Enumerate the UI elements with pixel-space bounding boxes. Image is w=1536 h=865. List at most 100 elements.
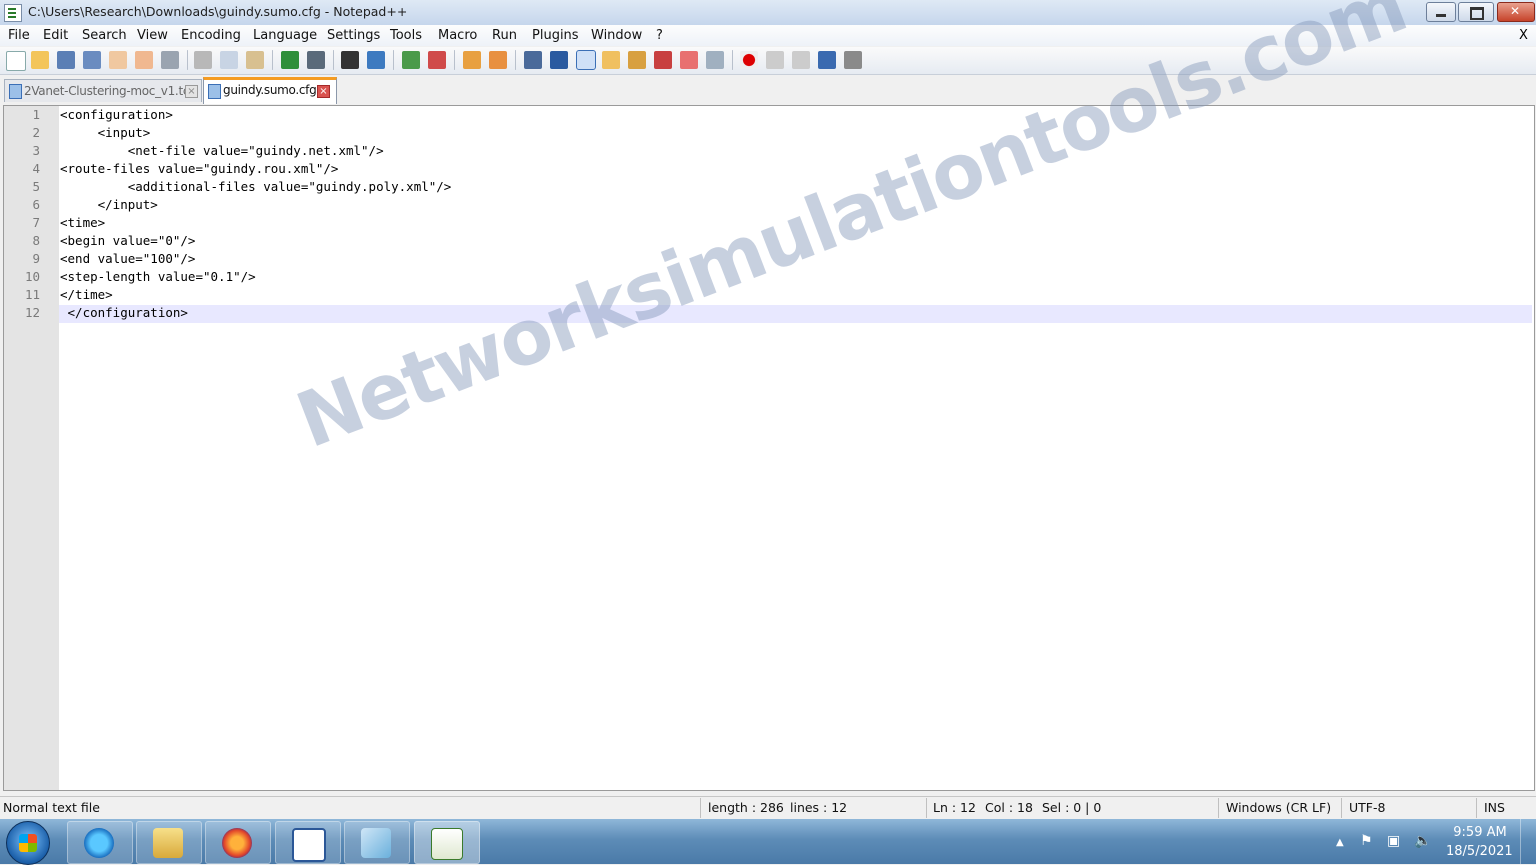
start-button[interactable] bbox=[6, 821, 50, 865]
user-language-icon[interactable] bbox=[602, 51, 620, 69]
function-list-icon[interactable] bbox=[654, 51, 672, 69]
record-macro-icon[interactable] bbox=[740, 51, 758, 69]
taskbar-word[interactable] bbox=[275, 821, 341, 864]
status-insert-mode[interactable]: INS bbox=[1484, 800, 1505, 815]
menu-settings[interactable]: Settings bbox=[327, 28, 380, 43]
print-icon[interactable] bbox=[161, 51, 179, 69]
save-all-icon[interactable] bbox=[83, 51, 101, 69]
save-macro-icon[interactable] bbox=[844, 51, 862, 69]
taskbar-firefox[interactable] bbox=[205, 821, 271, 864]
minimize-button[interactable] bbox=[1426, 2, 1456, 22]
close-all-icon[interactable] bbox=[135, 51, 153, 69]
sync-horizontal-icon[interactable] bbox=[489, 51, 507, 69]
open-file-icon[interactable] bbox=[31, 51, 49, 69]
folder-workspace-icon[interactable] bbox=[680, 51, 698, 69]
line-number[interactable]: 10 bbox=[4, 269, 40, 284]
copy-icon[interactable] bbox=[220, 51, 238, 69]
notepadpp-app-icon[interactable] bbox=[4, 4, 22, 22]
line-number[interactable]: 9 bbox=[4, 251, 40, 266]
menu-macro[interactable]: Macro bbox=[438, 28, 477, 43]
show-all-chars-icon[interactable] bbox=[550, 51, 568, 69]
taskbar-notepadpp[interactable] bbox=[414, 821, 480, 864]
taskbar: ▲ ⚑ ▣ 🔈 9:59 AM 18/5/2021 bbox=[0, 819, 1536, 865]
line-number[interactable]: 2 bbox=[4, 125, 40, 140]
menu-search[interactable]: Search bbox=[82, 28, 127, 43]
show-desktop-button[interactable] bbox=[1520, 819, 1536, 864]
play-macro-icon[interactable] bbox=[792, 51, 810, 69]
code-line[interactable]: </input> bbox=[60, 197, 158, 212]
line-number[interactable]: 1 bbox=[4, 107, 40, 122]
menu-language[interactable]: Language bbox=[253, 28, 317, 43]
zoom-out-icon[interactable] bbox=[428, 51, 446, 69]
replace-icon[interactable] bbox=[367, 51, 385, 69]
find-icon[interactable] bbox=[341, 51, 359, 69]
zoom-in-icon[interactable] bbox=[402, 51, 420, 69]
code-line[interactable]: <input> bbox=[60, 125, 151, 140]
stop-record-icon[interactable] bbox=[766, 51, 784, 69]
menu-plugins[interactable]: Plugins bbox=[532, 28, 579, 43]
save-icon[interactable] bbox=[57, 51, 75, 69]
word-wrap-icon[interactable] bbox=[524, 51, 542, 69]
code-line[interactable]: <end value="100"/> bbox=[60, 251, 195, 266]
indent-guide-icon[interactable] bbox=[576, 50, 596, 70]
close-document-x[interactable]: X bbox=[1519, 28, 1528, 43]
status-encoding[interactable]: UTF-8 bbox=[1349, 800, 1385, 815]
monitoring-icon[interactable] bbox=[706, 51, 724, 69]
tab-close-icon[interactable]: × bbox=[185, 85, 198, 98]
line-number[interactable]: 4 bbox=[4, 161, 40, 176]
maximize-button[interactable] bbox=[1458, 2, 1494, 22]
sync-vertical-icon[interactable] bbox=[463, 51, 481, 69]
status-eol[interactable]: Windows (CR LF) bbox=[1226, 800, 1331, 815]
code-line[interactable]: <configuration> bbox=[60, 107, 173, 122]
code-line[interactable]: <route-files value="guindy.rou.xml"/> bbox=[60, 161, 338, 176]
close-icon[interactable] bbox=[109, 51, 127, 69]
code-line[interactable]: <net-file value="guindy.net.xml"/> bbox=[60, 143, 384, 158]
line-number[interactable]: 12 bbox=[4, 305, 40, 320]
taskbar-file-explorer[interactable] bbox=[136, 821, 202, 864]
cut-icon[interactable] bbox=[194, 51, 212, 69]
word-icon bbox=[292, 828, 326, 862]
line-number[interactable]: 5 bbox=[4, 179, 40, 194]
status-column: Col : 18 bbox=[985, 800, 1033, 815]
volume-icon[interactable]: 🔈 bbox=[1414, 833, 1431, 849]
toolbar-separator bbox=[333, 50, 334, 70]
line-number[interactable]: 3 bbox=[4, 143, 40, 158]
tab-guindy-sumo-cfg[interactable]: guindy.sumo.cfg × bbox=[203, 77, 337, 104]
code-line[interactable]: <step-length value="0.1"/> bbox=[60, 269, 256, 284]
menu-tools[interactable]: Tools bbox=[390, 28, 422, 43]
line-number[interactable]: 8 bbox=[4, 233, 40, 248]
taskbar-internet-explorer[interactable] bbox=[67, 821, 133, 864]
line-number[interactable]: 11 bbox=[4, 287, 40, 302]
tab-2vanet-clustering[interactable]: 2Vanet-Clustering-moc_v1.tcl × bbox=[4, 79, 202, 102]
paste-icon[interactable] bbox=[246, 51, 264, 69]
doc-map-icon[interactable] bbox=[628, 51, 646, 69]
clock-date[interactable]: 18/5/2021 bbox=[1446, 844, 1513, 859]
undo-icon[interactable] bbox=[281, 51, 299, 69]
menu-view[interactable]: View bbox=[137, 28, 168, 43]
code-line[interactable]: <time> bbox=[60, 215, 105, 230]
new-file-icon[interactable] bbox=[6, 51, 26, 71]
code-line[interactable]: </time> bbox=[60, 287, 113, 302]
notepad-icon bbox=[361, 828, 391, 858]
menu-file[interactable]: File bbox=[8, 28, 30, 43]
menu-run[interactable]: Run bbox=[492, 28, 517, 43]
line-number[interactable]: 7 bbox=[4, 215, 40, 230]
tray-expand-icon[interactable]: ▲ bbox=[1336, 837, 1344, 848]
tab-label: guindy.sumo.cfg bbox=[223, 83, 317, 97]
menu-encoding[interactable]: Encoding bbox=[181, 28, 241, 43]
run-macro-multiple-icon[interactable] bbox=[818, 51, 836, 69]
tab-close-icon[interactable]: × bbox=[317, 85, 330, 98]
action-center-flag-icon[interactable]: ⚑ bbox=[1360, 833, 1373, 849]
close-window-button[interactable] bbox=[1497, 2, 1535, 22]
menu-window[interactable]: Window bbox=[591, 28, 642, 43]
menu-edit[interactable]: Edit bbox=[43, 28, 68, 43]
taskbar-notepad[interactable] bbox=[344, 821, 410, 864]
network-icon[interactable]: ▣ bbox=[1387, 833, 1400, 849]
code-line[interactable]: </configuration> bbox=[60, 305, 188, 320]
line-number[interactable]: 6 bbox=[4, 197, 40, 212]
menu-help[interactable]: ? bbox=[656, 28, 663, 43]
redo-icon[interactable] bbox=[307, 51, 325, 69]
clock-time[interactable]: 9:59 AM bbox=[1452, 825, 1508, 840]
code-line[interactable]: <additional-files value="guindy.poly.xml… bbox=[60, 179, 452, 194]
code-line[interactable]: <begin value="0"/> bbox=[60, 233, 195, 248]
